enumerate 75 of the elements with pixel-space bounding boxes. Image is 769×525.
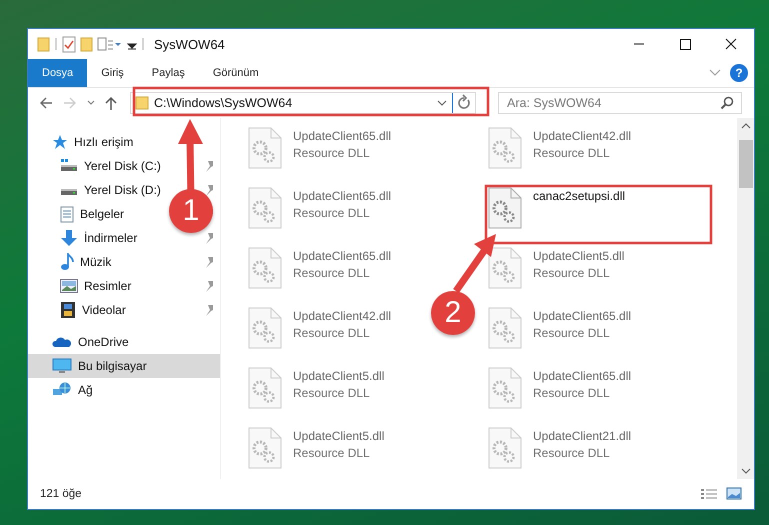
back-arrow-icon[interactable]: [38, 96, 54, 110]
pin-icon[interactable]: [204, 280, 214, 292]
sidebar-item[interactable]: Bu bilgisayar: [28, 354, 220, 378]
file-item[interactable]: UpdateClient65.dll Resource DLL: [247, 186, 392, 230]
file-item[interactable]: UpdateClient42.dll Resource DLL: [487, 126, 632, 170]
gear-file-icon: [247, 426, 283, 470]
gear-file-icon: [247, 246, 283, 290]
film-strip-icon: [60, 301, 76, 319]
music-note-icon: [60, 253, 74, 271]
network-globe-icon: [52, 382, 72, 398]
item-count: 121 öğe: [40, 488, 82, 500]
gear-file-icon: [487, 186, 523, 230]
help-button[interactable]: ?: [730, 64, 748, 82]
file-item[interactable]: UpdateClient5.dll Resource DLL: [487, 246, 624, 290]
file-item[interactable]: UpdateClient65.dll Resource DLL: [487, 366, 632, 410]
gear-file-icon: [247, 366, 283, 410]
cloud-icon: [52, 336, 72, 348]
gear-file-icon: [487, 246, 523, 290]
sidebar-item[interactable]: Resimler: [84, 279, 132, 293]
file-item[interactable]: UpdateClient65.dll Resource DLL: [247, 246, 392, 290]
file-item[interactable]: UpdateClient5.dll Resource DLL: [247, 366, 384, 410]
star-icon: [52, 134, 68, 150]
folder-icon: [135, 96, 149, 110]
scrollbar[interactable]: [737, 118, 754, 479]
gear-file-icon: [487, 366, 523, 410]
search-field[interactable]: Ara: SysWOW64: [498, 92, 742, 114]
ribbon-tab[interactable]: Görünüm: [198, 59, 273, 87]
address-path: C:\Windows\SysWOW64: [154, 96, 294, 110]
pin-icon[interactable]: [204, 256, 214, 268]
search-icon[interactable]: [720, 96, 734, 110]
scroll-up-icon[interactable]: [740, 122, 750, 130]
gear-file-icon: [247, 126, 283, 170]
download-arrow-icon: [60, 229, 78, 247]
file-item[interactable]: canac2setupsi.dll: [487, 186, 626, 230]
callout-number: 2: [431, 291, 475, 335]
chevron-icon[interactable]: [437, 98, 447, 108]
sidebar-item[interactable]: OneDrive: [28, 330, 220, 354]
pin-icon[interactable]: [204, 184, 214, 196]
scroll-down-icon[interactable]: [740, 467, 750, 475]
monitor-icon: [52, 358, 72, 374]
sidebar-item[interactable]: Videolar: [82, 303, 126, 317]
ribbon-tab[interactable]: Giriş: [87, 59, 138, 87]
scrollbar-thumb[interactable]: [738, 140, 752, 188]
up-arrow-icon[interactable]: [104, 95, 118, 111]
gear-file-icon: [487, 306, 523, 350]
sidebar-item[interactable]: Yerel Disk (C:): [84, 159, 161, 173]
pin-icon[interactable]: [204, 232, 214, 244]
file-item[interactable]: UpdateClient65.dll Resource DLL: [247, 126, 392, 170]
sidebar-item[interactable]: İndirmeler: [84, 231, 138, 245]
details-view-icon[interactable]: [700, 488, 718, 500]
gear-file-icon: [487, 426, 523, 470]
ribbon-tab[interactable]: Dosya: [28, 59, 88, 87]
picture-icon: [60, 279, 78, 293]
sidebar-item[interactable]: Ağ: [28, 378, 220, 402]
gear-file-icon: [247, 306, 283, 350]
gear-file-icon: [247, 186, 283, 230]
callout-arrow: [453, 234, 496, 294]
callout-number: 1: [169, 189, 213, 233]
file-item[interactable]: UpdateClient42.dll Resource DLL: [247, 306, 392, 350]
gear-file-icon: [487, 126, 523, 170]
document-icon: [60, 206, 74, 222]
file-item[interactable]: UpdateClient21.dll Resource DLL: [487, 426, 632, 470]
sidebar-item[interactable]: Hızlı erişim: [28, 130, 220, 154]
sidebar-item[interactable]: Belgeler: [80, 207, 124, 221]
sidebar-item[interactable]: Müzik: [80, 255, 112, 269]
ribbon-tab[interactable]: Paylaş: [138, 59, 199, 87]
file-item[interactable]: UpdateClient5.dll Resource DLL: [247, 426, 384, 470]
file-item[interactable]: UpdateClient65.dll Resource DLL: [487, 306, 632, 350]
sidebar-item[interactable]: Yerel Disk (D:): [84, 183, 161, 197]
pin-icon[interactable]: [204, 160, 214, 172]
pin-icon[interactable]: [204, 304, 214, 316]
drive-icon: [60, 159, 78, 173]
address-bar[interactable]: C:\Windows\SysWOW64: [130, 92, 476, 114]
window-title: SysWOW64: [154, 36, 225, 52]
large-icons-view-icon[interactable]: [726, 487, 742, 501]
